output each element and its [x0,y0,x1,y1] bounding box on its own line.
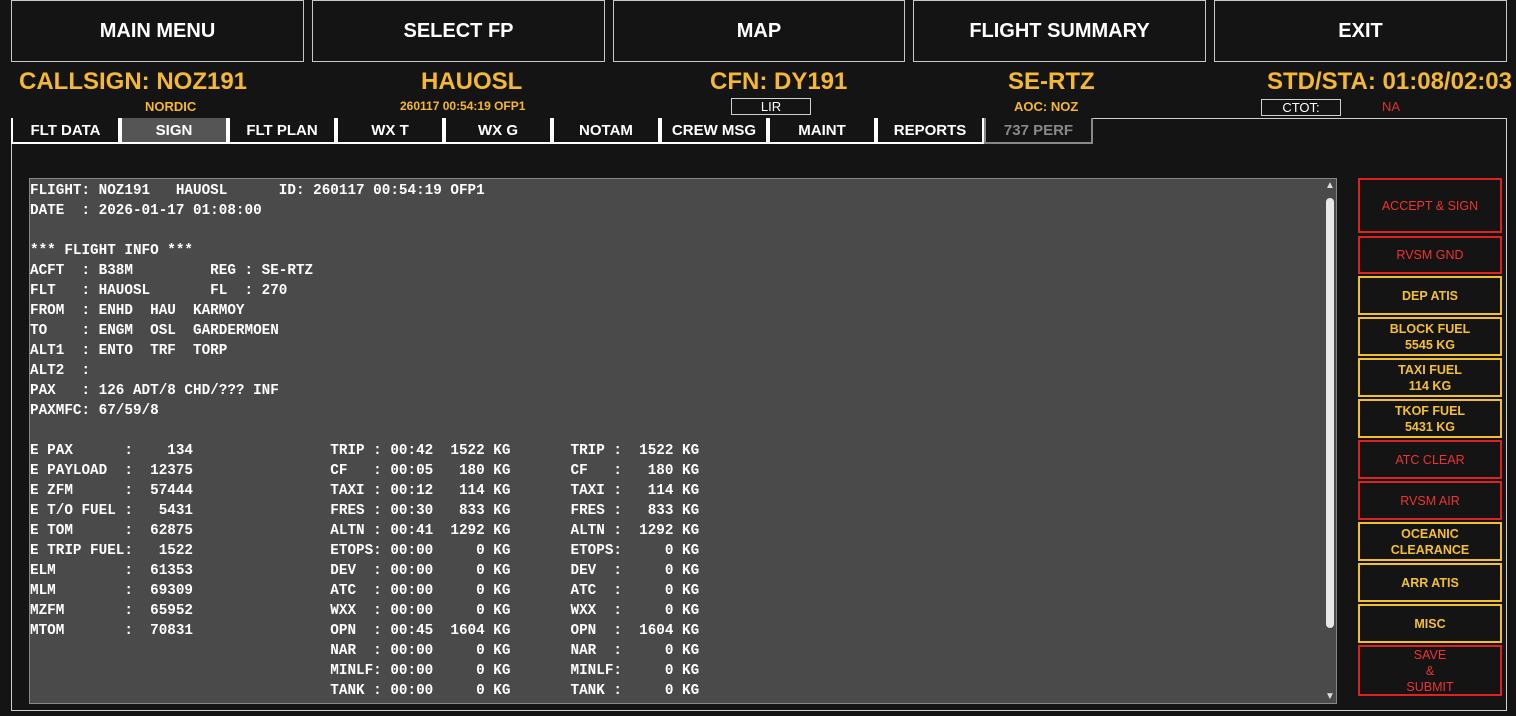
tab-wx-g[interactable]: WX G [444,118,552,144]
select-fp-button[interactable]: SELECT FP [312,0,605,62]
map-button[interactable]: MAP [613,0,905,62]
flight-summary-button[interactable]: FLIGHT SUMMARY [913,0,1206,62]
ctot-label: CTOT: [1261,99,1341,116]
flight-text: FLIGHT: NOZ191 HAUOSL ID: 260117 00:54:1… [30,183,700,699]
tkof-fuel-button[interactable]: TKOF FUEL 5431 KG [1358,399,1502,438]
ofp-id: 260117 00:54:19 OFP1 [400,99,526,113]
exit-button[interactable]: EXIT [1214,0,1507,62]
main-menu-button[interactable]: MAIN MENU [11,0,304,62]
rvsm-air-button[interactable]: RVSM AIR [1358,481,1502,520]
airline-name: NORDIC [145,99,197,114]
std-sta: STD/STA: 01:08/02:03 [1267,68,1512,95]
tab-reports[interactable]: REPORTS [876,118,984,144]
flight-text-panel[interactable]: FLIGHT: NOZ191 HAUOSL ID: 260117 00:54:1… [29,178,1337,704]
scroll-up-icon[interactable]: ▲ [1325,180,1335,191]
save-submit-button[interactable]: SAVE & SUBMIT [1358,645,1502,696]
tab-notam[interactable]: NOTAM [552,118,660,144]
block-fuel-button[interactable]: BLOCK FUEL 5545 KG [1358,317,1502,356]
dep-atis-button[interactable]: DEP ATIS [1358,276,1502,315]
atc-clear-button[interactable]: ATC CLEAR [1358,440,1502,479]
rvsm-gnd-button[interactable]: RVSM GND [1358,236,1502,274]
scrollbar[interactable]: ▲ ▼ [1323,180,1337,702]
tab-wx-t[interactable]: WX T [336,118,444,144]
taxi-fuel-button[interactable]: TAXI FUEL 114 KG [1358,358,1502,397]
tab-crew-msg[interactable]: CREW MSG [660,118,768,144]
callsign: CALLSIGN: NOZ191 [19,68,248,95]
cfn-box: LIR [731,98,811,115]
top-navigation: MAIN MENU SELECT FP MAP FLIGHT SUMMARY E… [11,0,1507,64]
accept-sign-button[interactable]: ACCEPT & SIGN [1358,178,1502,233]
oceanic-clearance-button[interactable]: OCEANIC CLEARANCE [1358,522,1502,561]
cfn: CFN: DY191 [710,68,848,95]
tab-sign[interactable]: SIGN [120,118,228,144]
misc-button[interactable]: MISC [1358,604,1502,643]
scroll-down-icon[interactable]: ▼ [1325,691,1335,702]
scroll-thumb[interactable] [1326,198,1334,628]
aoc: AOC: NOZ [1014,99,1079,114]
ctot-value: NA [1382,99,1401,114]
arr-atis-button[interactable]: ARR ATIS [1358,563,1502,602]
tab-maint[interactable]: MAINT [768,118,876,144]
tab-737-perf[interactable]: 737 PERF [984,118,1093,144]
registration: SE-RTZ [1008,68,1095,95]
route: HAUOSL [421,68,523,95]
tab-flt-plan[interactable]: FLT PLAN [228,118,336,144]
tab-flt-data[interactable]: FLT DATA [11,118,120,144]
